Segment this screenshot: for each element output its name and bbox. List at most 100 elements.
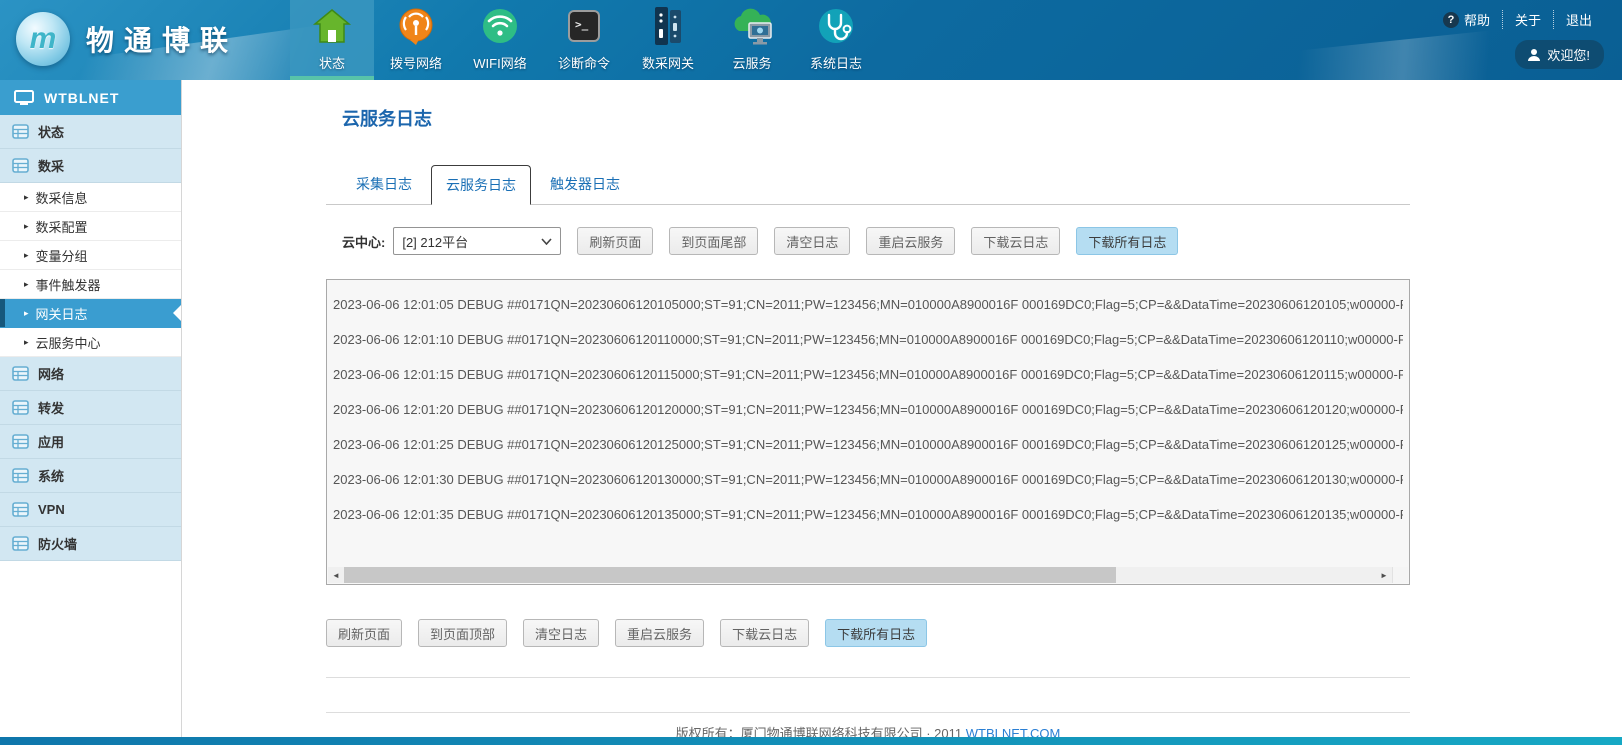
- nav-tab-system-log[interactable]: 系统日志: [794, 0, 878, 80]
- table-icon: [12, 502, 29, 517]
- clear-log-button[interactable]: 清空日志: [523, 619, 599, 647]
- log-viewer[interactable]: 2023-06-06 12:01:05 DEBUG ##0171QN=20230…: [326, 279, 1410, 585]
- table-icon: [12, 536, 29, 551]
- sidebar-item-vpn[interactable]: VPN: [0, 493, 181, 527]
- nav-tab-dialup-network[interactable]: 拨号网络: [374, 0, 458, 80]
- scrollbar-thumb[interactable]: [344, 567, 1116, 583]
- wtblnet-link[interactable]: WTBLNET.COM: [966, 726, 1061, 737]
- sidebar-item-network[interactable]: 网络: [0, 357, 181, 391]
- nav-tab-cloud-service[interactable]: 云服务: [710, 0, 794, 80]
- sidebar-item-label: 数采信息: [36, 188, 88, 207]
- sidebar-item-forwarding[interactable]: 转发: [0, 391, 181, 425]
- refresh-page-button[interactable]: 刷新页面: [577, 227, 653, 255]
- download-cloud-log-button[interactable]: 下载云日志: [720, 619, 809, 647]
- bottom-accent-bar: [0, 737, 1622, 745]
- nav-label: 系统日志: [810, 53, 862, 72]
- log-tabs: 采集日志 云服务日志 触发器日志: [326, 165, 1410, 205]
- sidebar-item-label: 状态: [38, 122, 64, 141]
- go-to-top-button[interactable]: 到页面顶部: [418, 619, 507, 647]
- clear-log-button[interactable]: 清空日志: [774, 227, 850, 255]
- download-cloud-log-button[interactable]: 下载云日志: [971, 227, 1060, 255]
- log-line: 2023-06-06 12:01:05 DEBUG ##0171QN=20230…: [333, 287, 1403, 322]
- top-header: m 物通博联 状态 拨号网络 WIFI网络 >_ 诊断命令: [0, 0, 1622, 80]
- scroll-right-arrow-icon[interactable]: ►: [1376, 567, 1392, 583]
- content-divider: [326, 677, 1410, 678]
- sidebar-item-acquisition-info[interactable]: ▸ 数采信息: [0, 183, 181, 212]
- top-toolbar: 云中心: [2] 212平台 刷新页面 到页面尾部 清空日志 重启云服务 下载云…: [342, 227, 1410, 255]
- logo-globe-icon: m: [16, 12, 70, 66]
- horizontal-scrollbar[interactable]: ◄ ►: [328, 567, 1408, 583]
- sidebar-item-label: 应用: [38, 432, 64, 451]
- log-line: 2023-06-06 12:01:15 DEBUG ##0171QN=20230…: [333, 357, 1403, 392]
- top-nav: 状态 拨号网络 WIFI网络 >_ 诊断命令 数采网关: [290, 0, 878, 80]
- sidebar-item-variable-group[interactable]: ▸ 变量分组: [0, 241, 181, 270]
- sidebar-item-acquisition-config[interactable]: ▸ 数采配置: [0, 212, 181, 241]
- table-icon: [12, 434, 29, 449]
- tab-trigger-log[interactable]: 触发器日志: [536, 165, 634, 204]
- logout-link[interactable]: 退出: [1553, 10, 1604, 29]
- dial-antenna-icon: [396, 3, 436, 49]
- sidebar-item-cloud-service-center[interactable]: ▸ 云服务中心: [0, 328, 181, 357]
- main-panel: 云服务日志 采集日志 云服务日志 触发器日志 云中心: [2] 212平台 刷新…: [183, 80, 1622, 737]
- table-icon: [12, 158, 29, 173]
- download-all-logs-button[interactable]: 下载所有日志: [1076, 227, 1178, 255]
- question-icon: ?: [1443, 12, 1459, 28]
- tab-cloud-service-log[interactable]: 云服务日志: [431, 165, 531, 205]
- sidebar-item-label: 云服务中心: [36, 333, 101, 352]
- page-title: 云服务日志: [342, 105, 1410, 131]
- nav-tab-wifi-network[interactable]: WIFI网络: [458, 0, 542, 80]
- about-label: 关于: [1515, 10, 1541, 29]
- tab-collection-log[interactable]: 采集日志: [342, 165, 426, 204]
- sidebar-item-application[interactable]: 应用: [0, 425, 181, 459]
- sidebar-item-label: 网络: [38, 364, 64, 383]
- log-lines: 2023-06-06 12:01:05 DEBUG ##0171QN=20230…: [327, 280, 1409, 532]
- welcome-badge: 欢迎您!: [1515, 40, 1604, 69]
- gateway-rack-icon: [648, 3, 688, 49]
- cloud-monitor-icon: [729, 3, 775, 49]
- restart-cloud-service-button[interactable]: 重启云服务: [866, 227, 955, 255]
- sidebar-item-data-acquisition[interactable]: 数采: [0, 149, 181, 183]
- logo-glyph: m: [30, 24, 57, 54]
- sidebar-item-firewall[interactable]: 防火墙: [0, 527, 181, 561]
- nav-tab-diagnostic-command[interactable]: >_ 诊断命令: [542, 0, 626, 80]
- sidebar-item-label: VPN: [38, 502, 65, 517]
- scrollbar-track[interactable]: [1116, 567, 1376, 583]
- triangle-bullet-icon: ▸: [24, 308, 29, 319]
- sidebar-item-label: 变量分组: [36, 246, 88, 265]
- table-icon: [12, 124, 29, 139]
- restart-cloud-service-button[interactable]: 重启云服务: [615, 619, 704, 647]
- user-icon: [1527, 48, 1541, 62]
- logout-label: 退出: [1566, 10, 1592, 29]
- log-line: 2023-06-06 12:01:25 DEBUG ##0171QN=20230…: [333, 427, 1403, 462]
- help-link[interactable]: ? 帮助: [1431, 10, 1502, 29]
- nav-tab-data-gateway[interactable]: 数采网关: [626, 0, 710, 80]
- nav-tab-status[interactable]: 状态: [290, 0, 374, 80]
- nav-label: WIFI网络: [473, 53, 526, 72]
- home-icon: [312, 3, 352, 49]
- terminal-icon: >_: [564, 3, 604, 49]
- brand-name: 物通博联: [86, 19, 238, 59]
- sidebar-item-label: 系统: [38, 466, 64, 485]
- sidebar-item-label: 防火墙: [38, 534, 77, 553]
- sidebar: WTBLNET 状态 数采 ▸ 数采信息 ▸ 数采配置 ▸ 变量分组 ▸ 事件触…: [0, 80, 182, 737]
- scrollbar-corner: [1392, 567, 1408, 583]
- table-icon: [12, 400, 29, 415]
- go-to-bottom-button[interactable]: 到页面尾部: [669, 227, 758, 255]
- about-link[interactable]: 关于: [1502, 10, 1553, 29]
- download-all-logs-button[interactable]: 下载所有日志: [825, 619, 927, 647]
- refresh-page-button[interactable]: 刷新页面: [326, 619, 402, 647]
- cloud-center-select[interactable]: [2] 212平台: [393, 227, 561, 255]
- sidebar-item-gateway-log[interactable]: ▸ 网关日志: [0, 299, 181, 328]
- scroll-left-arrow-icon[interactable]: ◄: [328, 567, 344, 583]
- header-links: ? 帮助 关于 退出: [1431, 10, 1604, 29]
- triangle-bullet-icon: ▸: [24, 279, 29, 290]
- sidebar-item-status[interactable]: 状态: [0, 115, 181, 149]
- nav-label: 诊断命令: [558, 53, 610, 72]
- nav-label: 云服务: [732, 53, 771, 72]
- wifi-icon: [480, 3, 520, 49]
- brand-logo: m 物通博联: [16, 12, 238, 66]
- triangle-bullet-icon: ▸: [24, 221, 29, 232]
- sidebar-item-system[interactable]: 系统: [0, 459, 181, 493]
- table-icon: [12, 468, 29, 483]
- sidebar-item-event-trigger[interactable]: ▸ 事件触发器: [0, 270, 181, 299]
